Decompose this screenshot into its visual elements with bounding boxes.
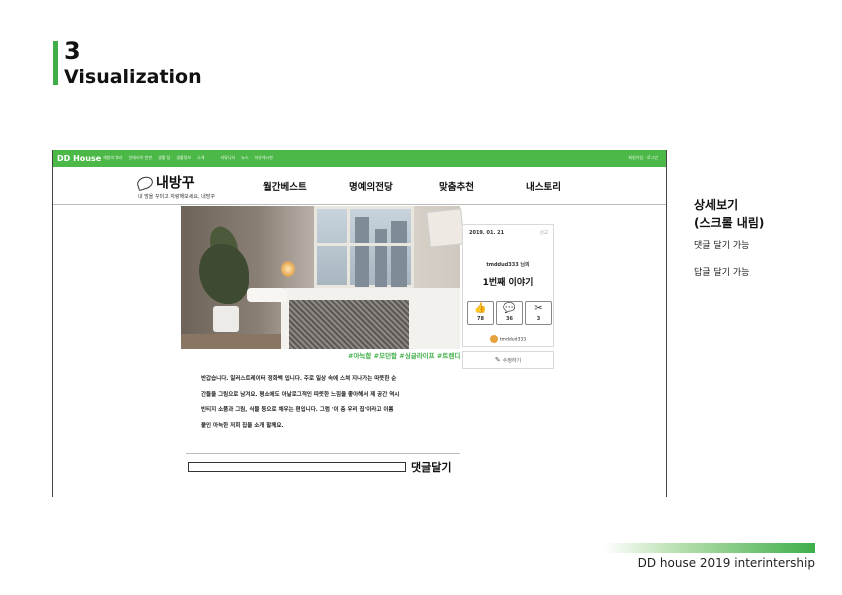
scrap-icon: ✂	[534, 303, 543, 314]
app-logo-text: DD House	[57, 154, 102, 163]
top-nav-item[interactable]: 뉴스	[241, 155, 248, 161]
post-body-line: 반갑습니다. 일러스트레이터 정화백 입니다. 주로 일상 속에 스쳐 지나가는…	[201, 376, 397, 382]
room-photo	[181, 206, 460, 349]
nav-hall-of-fame[interactable]: 명예의전당	[349, 179, 393, 193]
comment-divider	[186, 453, 460, 454]
top-nav: 체험의 뿌라 인테리어 한판 생활 팁 생활정보 소개 커뮤니티 뉴스 자유게시…	[103, 155, 273, 161]
comment-submit-button[interactable]: 댓글달기	[411, 459, 451, 475]
post-info-card: 2019. 01. 21 신고 tmddud333 님의 1번째 이야기 👍 7…	[462, 224, 554, 347]
top-nav-item[interactable]: 생활정보	[176, 155, 191, 161]
app-screenshot: DD House 체험의 뿌라 인테리어 한판 생활 팁 생활정보 소개 커뮤니…	[52, 150, 667, 497]
scrap-button[interactable]: ✂ 3	[525, 301, 552, 325]
login-links[interactable]: 회원가입 · 로그인	[628, 155, 658, 161]
wall-decor	[426, 208, 465, 248]
post-tags[interactable]: #아늑함 #모던함 #싱글라이프 #트렌디	[348, 350, 460, 360]
nav-divider	[53, 204, 666, 205]
top-nav-item[interactable]: 자유게시판	[255, 155, 273, 161]
comment-icon: 💬	[503, 303, 516, 314]
brand-name: 내방꾸	[156, 175, 195, 192]
scrap-count: 3	[536, 316, 541, 322]
slide-title: Visualization	[64, 66, 202, 88]
note-title: 상세보기 (스크롤 내림)	[694, 196, 764, 232]
top-nav-item[interactable]: 소개	[197, 155, 204, 161]
report-link[interactable]: 신고	[540, 230, 548, 236]
note-item: 답글 달기 가능	[694, 268, 750, 278]
nav-monthly-best[interactable]: 월간베스트	[263, 179, 307, 193]
like-button[interactable]: 👍 78	[467, 301, 494, 325]
edit-button[interactable]: ✎ 수정하기	[462, 351, 554, 369]
top-nav-item[interactable]: 생활 팁	[158, 155, 170, 161]
brand-mark-icon	[135, 174, 155, 191]
window	[314, 206, 414, 288]
comment-input[interactable]	[188, 462, 406, 472]
thumbs-up-icon: 👍	[474, 303, 487, 314]
nav-recommend[interactable]: 맞춤추천	[439, 179, 474, 193]
nav-my-story[interactable]: 내스토리	[526, 179, 561, 193]
author-name: tmddud333	[499, 337, 527, 343]
avatar	[489, 335, 498, 343]
post-body-line: 빈티지 소품과 그림, 식물 등으로 채우는 편입니다. 그럼 '이 층 우리 …	[201, 407, 394, 413]
post-body-line: 붙인 아늑한 저희 집을 소개 할께요.	[201, 422, 284, 429]
top-nav-item[interactable]: 체험의 뿌라	[103, 155, 123, 161]
comment-count-button[interactable]: 💬 36	[496, 301, 523, 325]
footer-text: DD house 2019 interintership	[637, 556, 815, 570]
top-nav-item[interactable]: 인테리어 한판	[129, 155, 152, 161]
lamp	[281, 261, 295, 277]
plant	[199, 244, 249, 304]
post-author-line: tmddud333 님의	[486, 262, 530, 268]
edit-label: 수정하기	[502, 358, 522, 364]
note-item: 댓글 달기 가능	[694, 241, 750, 251]
post-body: 반갑습니다. 일러스트레이터 정화백 입니다. 주로 일상 속에 스쳐 지나가는…	[201, 372, 461, 434]
like-count: 78	[477, 316, 484, 322]
note-title-line: (스크롤 내림)	[694, 216, 765, 230]
slide-number: 3	[64, 37, 81, 65]
post-date: 2019. 01. 21	[469, 230, 505, 236]
brand-logo[interactable]: 내방꾸	[135, 172, 195, 193]
post-title: 1번째 이야기	[482, 278, 534, 288]
top-bar: DD House 체험의 뿌라 인테리어 한판 생활 팁 생활정보 소개 커뮤니…	[53, 150, 666, 167]
comment-count: 36	[506, 316, 513, 322]
post-body-line: 간들을 그림으로 남겨요. 평소에도 아날로그적인 따뜻한 느낌을 좋아해서 제…	[201, 391, 400, 398]
top-nav-item[interactable]: 커뮤니티	[220, 155, 235, 161]
app-logo[interactable]: DD House	[57, 153, 101, 165]
note-title-line: 상세보기	[694, 198, 739, 212]
footer-gradient-bar	[603, 543, 815, 553]
author-row[interactable]: tmddud333	[463, 335, 553, 343]
slide-accent-bar	[53, 41, 58, 85]
edit-icon: ✎	[494, 356, 501, 364]
brand-tagline: 내 방을 꾸미고 자랑해보세요, 내방꾸	[138, 194, 215, 200]
